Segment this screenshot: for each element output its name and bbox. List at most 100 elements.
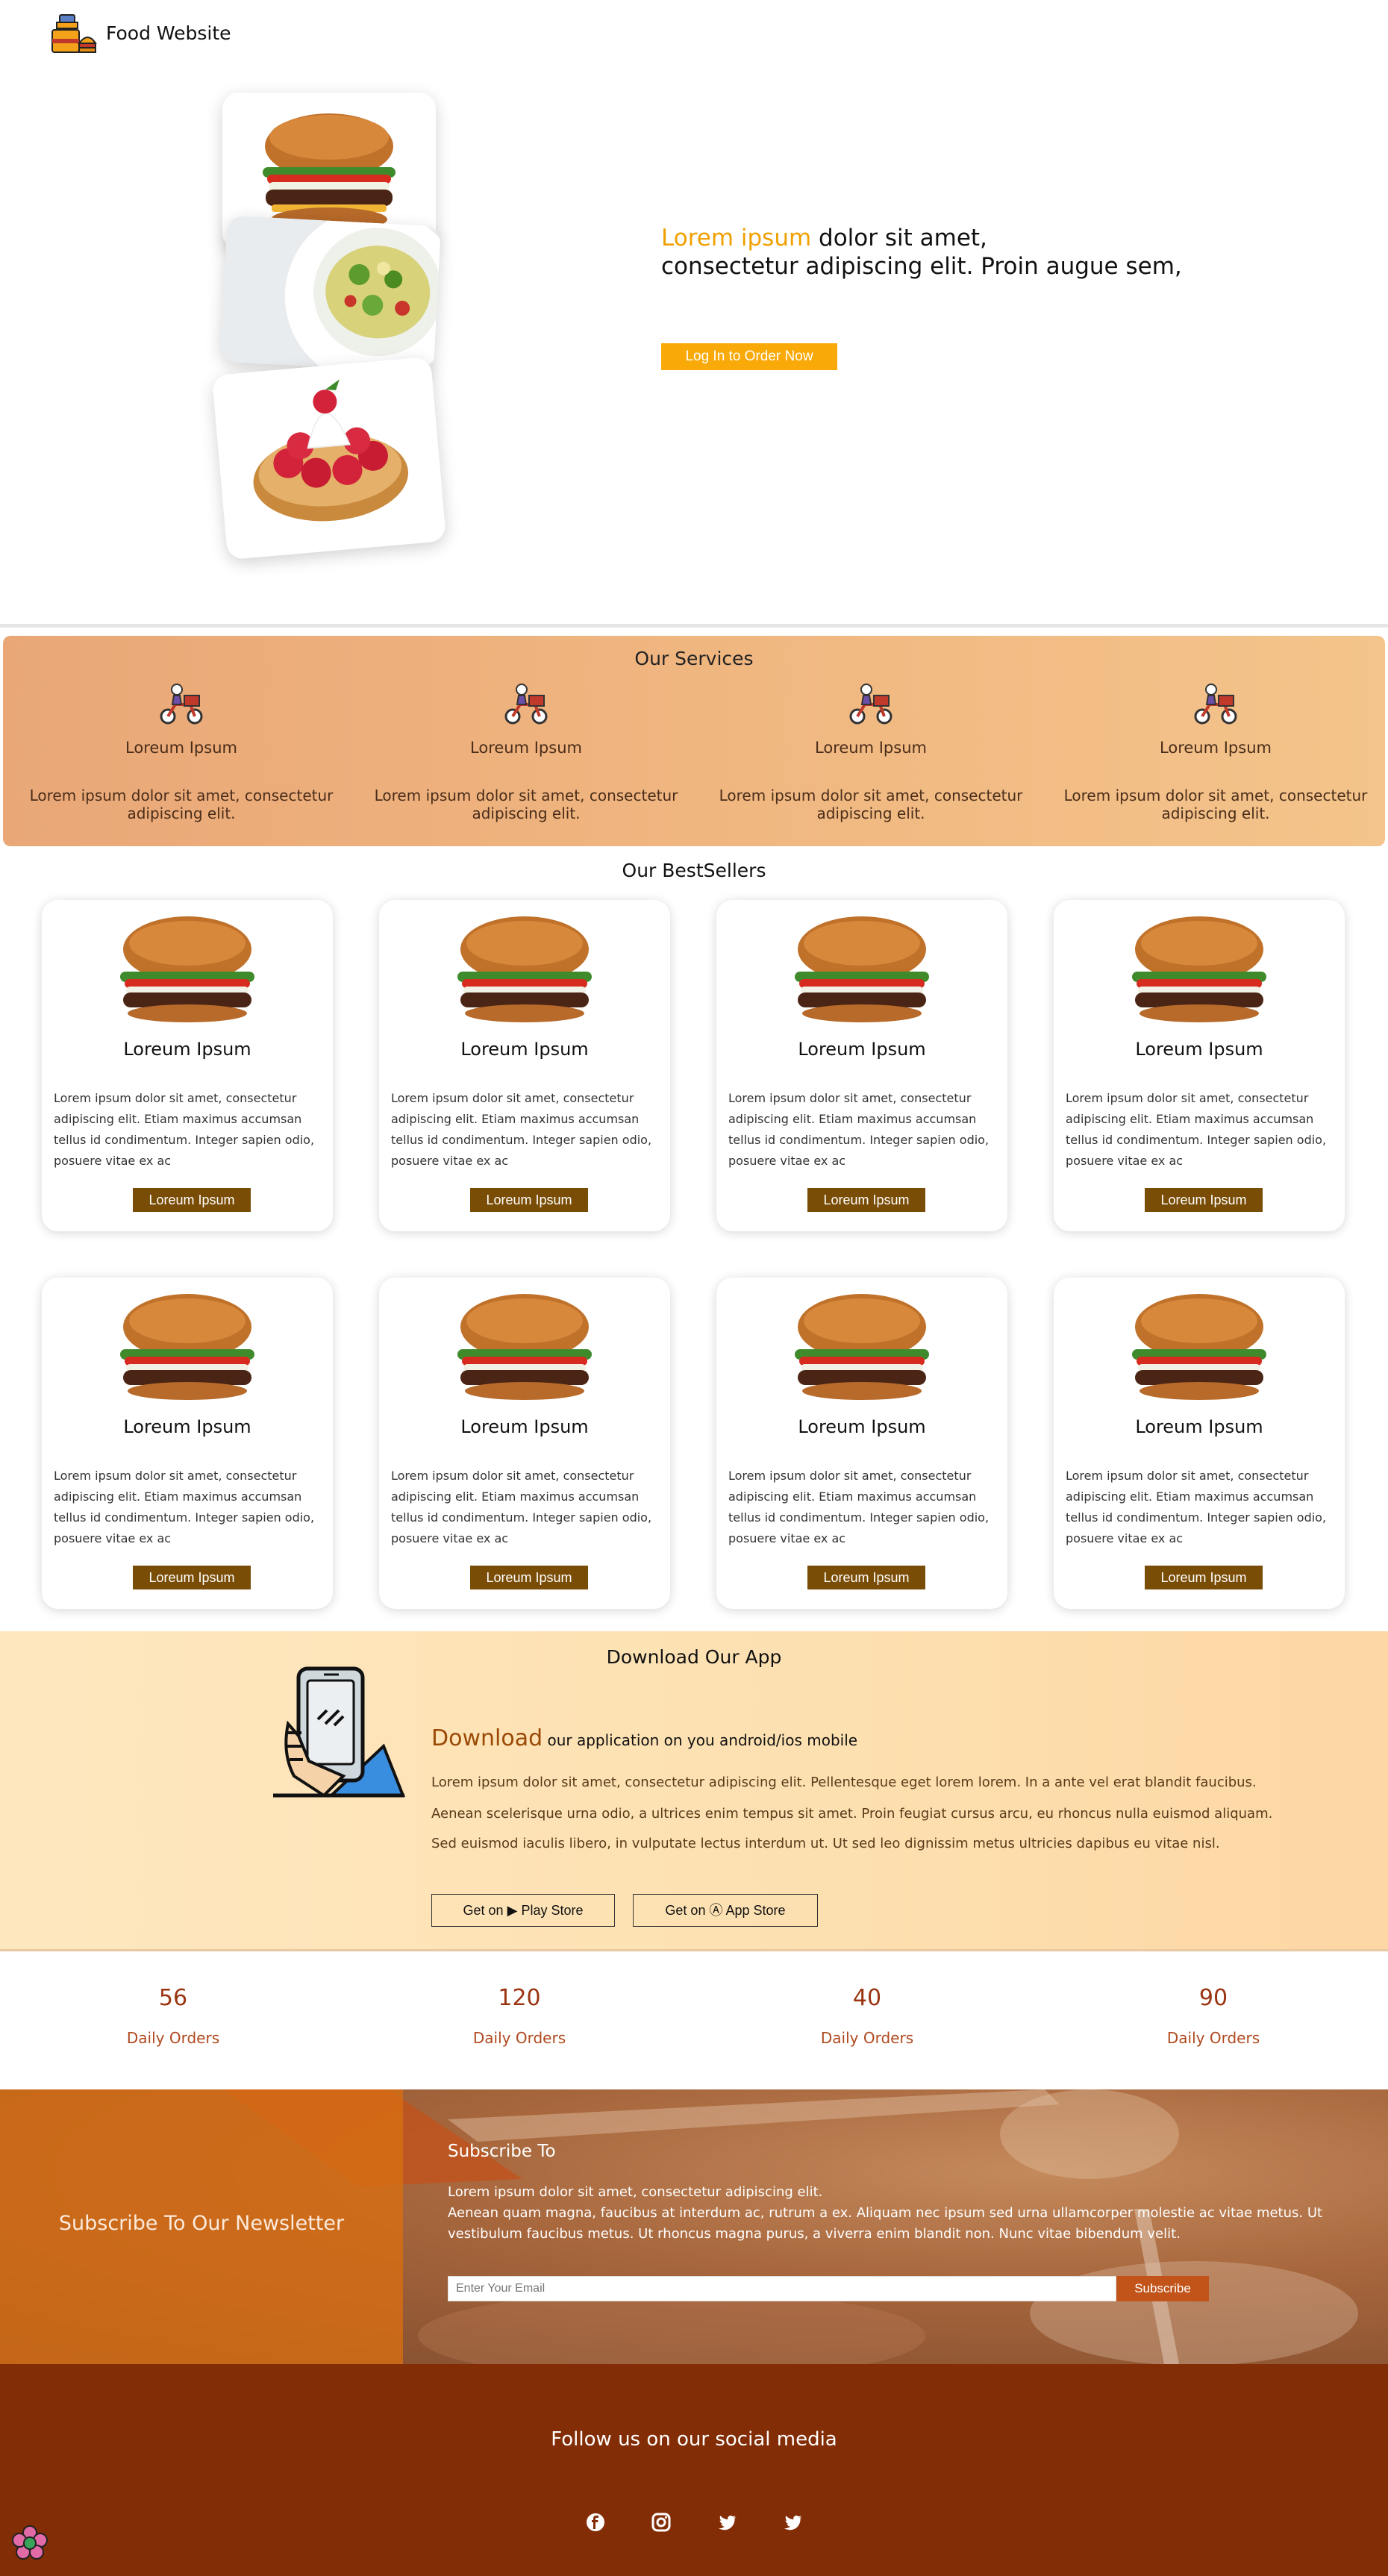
twitter-icon[interactable] — [713, 2509, 740, 2536]
newsletter-line2: Aenean quam magna, faucibus at interdum … — [448, 2205, 1323, 2242]
subscribe-button[interactable]: Subscribe — [1116, 2276, 1209, 2301]
product-button[interactable]: Loreum Ipsum — [470, 1188, 588, 1212]
twitter-icon[interactable] — [779, 2509, 806, 2536]
hero-headline: Lorem ipsum dolor sit amet, consectetur … — [661, 224, 1333, 281]
stat-value: 56 — [158, 1985, 188, 2011]
burger-image — [457, 1294, 592, 1400]
stat-label: Daily Orders — [126, 2029, 220, 2047]
service-description: Lorem ipsum dolor sit amet, consectetur … — [719, 787, 1023, 822]
product-card: Loreum Ipsum Lorem ipsum dolor sit amet,… — [42, 1278, 333, 1609]
product-description: Lorem ipsum dolor sit amet, consectetur … — [1066, 1091, 1327, 1168]
app-paragraph: Aenean scelerisque urna odio, a ultrices… — [431, 1806, 1273, 1822]
service-item: Loreum Ipsum Lorem ipsum dolor sit amet,… — [707, 679, 1034, 822]
footer-title: Follow us on our social media — [551, 2428, 837, 2451]
product-card: Loreum Ipsum Lorem ipsum dolor sit amet,… — [42, 900, 333, 1231]
stat-item: 56 Daily Orders — [61, 1985, 285, 2047]
facebook-icon[interactable] — [582, 2509, 609, 2536]
newsletter-text: Lorem ipsum dolor sit amet, consectetur … — [448, 2182, 1373, 2245]
product-card: Loreum Ipsum Lorem ipsum dolor sit amet,… — [1054, 1278, 1345, 1609]
service-item: Loreum Ipsum Lorem ipsum dolor sit amet,… — [18, 679, 345, 822]
product-description: Lorem ipsum dolor sit amet, consectetur … — [391, 1091, 652, 1168]
product-title: Loreum Ipsum — [1135, 1039, 1263, 1060]
service-item: Loreum Ipsum Lorem ipsum dolor sit amet,… — [363, 679, 690, 822]
hero-line1: dolor sit amet, — [819, 225, 987, 251]
app-headline: Download our application on you android/… — [431, 1725, 857, 1751]
delivery-scooter-icon — [849, 684, 892, 725]
product-title: Loreum Ipsum — [460, 1416, 589, 1437]
app-store-button[interactable]: Get on Ⓐ App Store — [633, 1894, 818, 1927]
product-card: Loreum Ipsum Lorem ipsum dolor sit amet,… — [716, 1278, 1007, 1609]
stat-label: Daily Orders — [472, 2029, 566, 2047]
app-headline-accent: Download — [431, 1725, 543, 1751]
product-description: Lorem ipsum dolor sit amet, consectetur … — [728, 1091, 990, 1168]
section-divider — [0, 1949, 1388, 1951]
app-store-prefix: Get on — [665, 1903, 706, 1918]
app-store-icon: Ⓐ — [709, 1903, 723, 1918]
services-section: Our Services Loreum Ipsum Lorem ipsum do… — [3, 636, 1385, 846]
play-store-label: Play Store — [521, 1903, 584, 1918]
section-divider — [0, 624, 1388, 628]
product-title: Loreum Ipsum — [460, 1039, 589, 1060]
newsletter-section: Subscribe To Our Newsletter Subscribe To… — [0, 2089, 1388, 2364]
product-card: Loreum Ipsum Lorem ipsum dolor sit amet,… — [1054, 900, 1345, 1231]
product-button[interactable]: Loreum Ipsum — [807, 1566, 925, 1589]
footer: Follow us on our social media — [0, 2364, 1388, 2576]
product-button[interactable]: Loreum Ipsum — [1145, 1566, 1263, 1589]
product-button[interactable]: Loreum Ipsum — [1145, 1188, 1263, 1212]
login-to-order-button[interactable]: Log In to Order Now — [661, 343, 837, 370]
burger-image — [1132, 916, 1266, 1022]
stat-label: Daily Orders — [1166, 2029, 1260, 2047]
service-name: Loreum Ipsum — [470, 739, 582, 757]
product-description: Lorem ipsum dolor sit amet, consectetur … — [1066, 1469, 1327, 1545]
app-paragraph: Sed euismod iaculis libero, in vulputate… — [431, 1836, 1220, 1851]
food-logo-icon[interactable] — [49, 13, 97, 58]
hero-line2: consectetur adipiscing elit. Proin augue… — [661, 253, 1182, 280]
burger-image — [1132, 1294, 1266, 1400]
delivery-scooter-icon — [504, 684, 548, 725]
delivery-scooter-icon — [1194, 684, 1237, 725]
service-name: Loreum Ipsum — [815, 739, 927, 757]
burger-image — [795, 916, 929, 1022]
stat-item: 120 Daily Orders — [407, 1985, 631, 2047]
product-card: Loreum Ipsum Lorem ipsum dolor sit amet,… — [379, 900, 670, 1231]
play-store-button[interactable]: Get on ▶ Play Store — [431, 1894, 615, 1927]
navbar: Food Website — [0, 0, 1388, 72]
download-app-section: Download Our App Download our applicatio… — [0, 1631, 1388, 1949]
pasta-salad-image — [220, 215, 441, 373]
product-button[interactable]: Loreum Ipsum — [807, 1188, 925, 1212]
stat-label: Daily Orders — [820, 2029, 914, 2047]
product-button[interactable]: Loreum Ipsum — [133, 1188, 251, 1212]
product-description: Lorem ipsum dolor sit amet, consectetur … — [54, 1091, 315, 1168]
raspberry-tart-image — [211, 356, 447, 560]
phone-in-hand-icon — [273, 1666, 405, 1798]
flower-badge-icon[interactable] — [9, 2522, 51, 2564]
hero-accent-text: Lorem ipsum — [661, 225, 812, 251]
stat-value: 40 — [852, 1985, 882, 2011]
product-card: Loreum Ipsum Lorem ipsum dolor sit amet,… — [379, 1278, 670, 1609]
delivery-scooter-icon — [160, 684, 203, 725]
product-title: Loreum Ipsum — [123, 1416, 251, 1437]
stat-item: 90 Daily Orders — [1101, 1985, 1325, 2047]
app-store-label: App Store — [725, 1903, 786, 1918]
app-paragraph: Lorem ipsum dolor sit amet, consectetur … — [431, 1775, 1257, 1790]
stat-item: 40 Daily Orders — [755, 1985, 979, 2047]
product-card: Loreum Ipsum Lorem ipsum dolor sit amet,… — [716, 900, 1007, 1231]
newsletter-line1: Lorem ipsum dolor sit amet, consectetur … — [448, 2184, 823, 2200]
burger-image — [457, 916, 592, 1022]
service-description: Lorem ipsum dolor sit amet, consectetur … — [1063, 787, 1368, 822]
email-input[interactable] — [448, 2276, 1116, 2301]
product-button[interactable]: Loreum Ipsum — [470, 1566, 588, 1589]
instagram-icon[interactable] — [648, 2509, 675, 2536]
product-title: Loreum Ipsum — [798, 1039, 926, 1060]
product-button[interactable]: Loreum Ipsum — [133, 1566, 251, 1589]
app-section-title: Download Our App — [606, 1646, 782, 1668]
newsletter-left-panel: Subscribe To Our Newsletter — [0, 2089, 403, 2364]
services-title: Our Services — [634, 648, 754, 669]
stat-value: 90 — [1198, 1985, 1228, 2011]
play-store-icon: ▶ — [507, 1903, 518, 1918]
product-description: Lorem ipsum dolor sit amet, consectetur … — [54, 1469, 315, 1545]
product-title: Loreum Ipsum — [798, 1416, 926, 1437]
product-description: Lorem ipsum dolor sit amet, consectetur … — [391, 1469, 652, 1545]
brand-name[interactable]: Food Website — [106, 22, 231, 44]
burger-image — [120, 916, 254, 1022]
